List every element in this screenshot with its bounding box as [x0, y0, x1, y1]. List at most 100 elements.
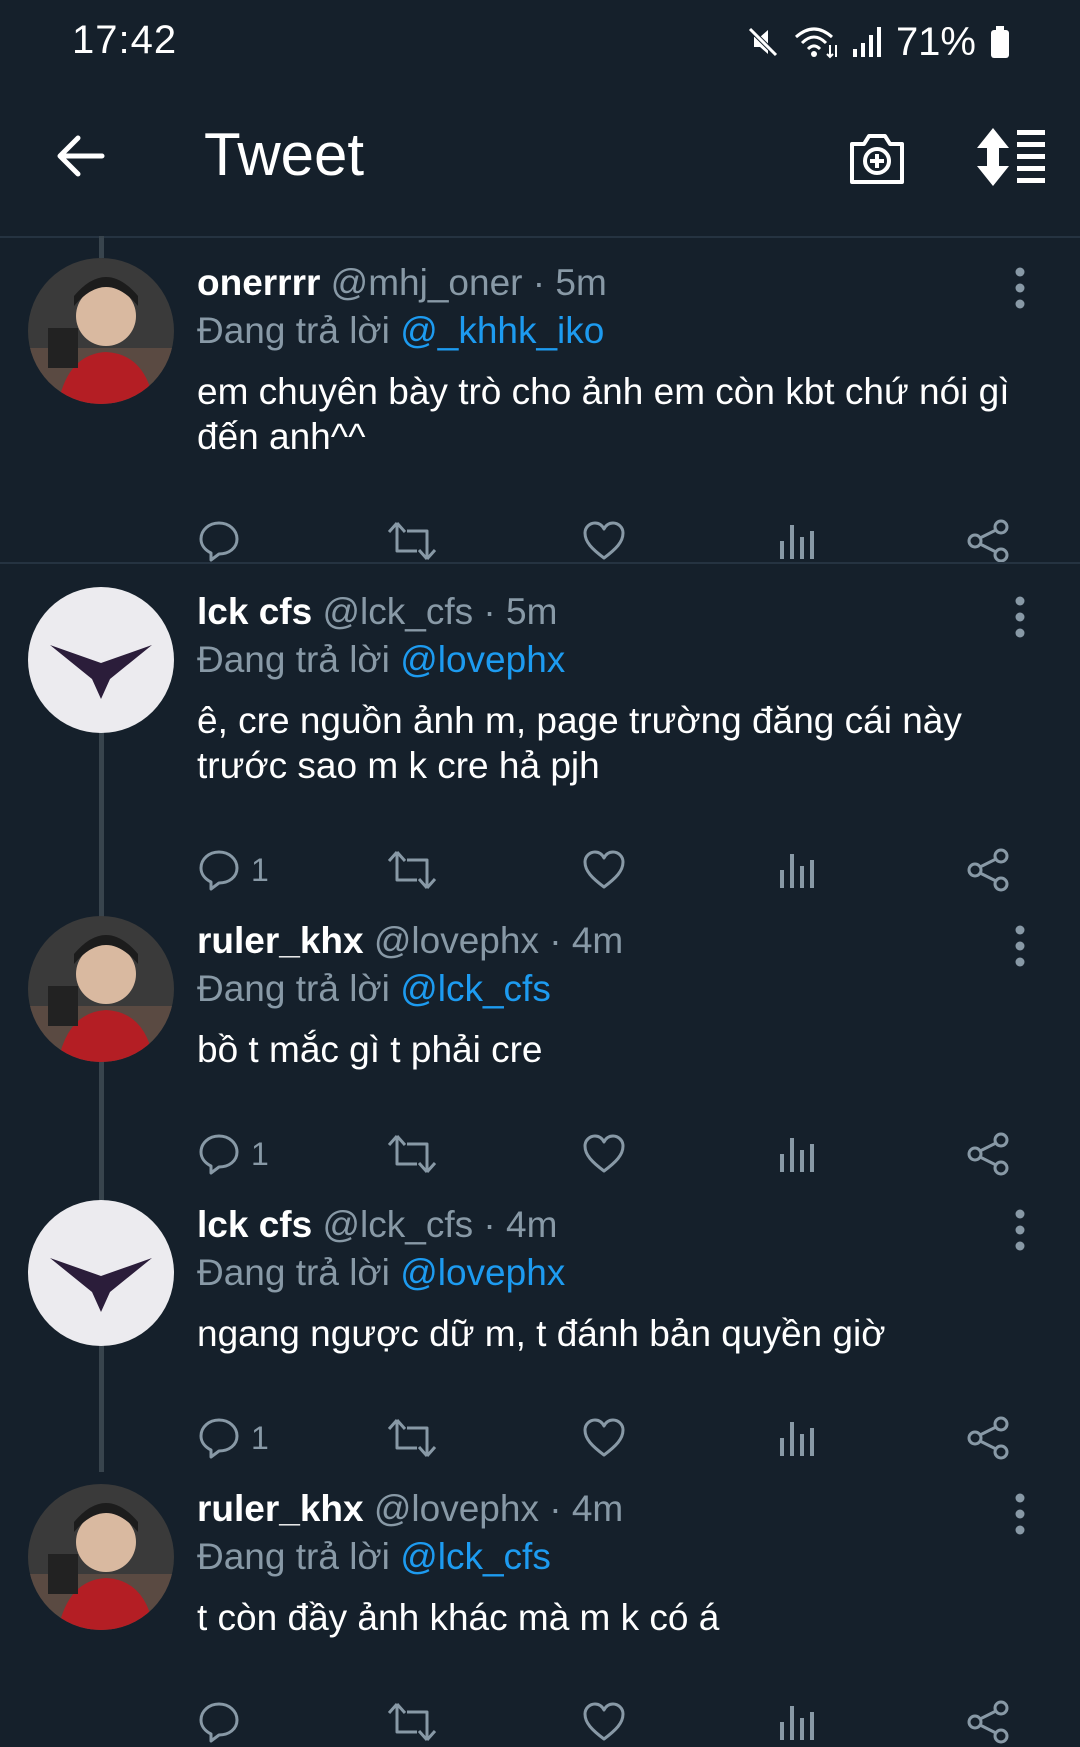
replying-to: Đang trả lời @lck_cfs	[197, 1536, 551, 1578]
reply-icon	[199, 1418, 239, 1459]
tweet-header: lck cfs @lck_cfs · 5m	[197, 591, 557, 633]
separator: ·	[483, 591, 496, 632]
replying-to: Đang trả lời @lovephx	[197, 639, 565, 681]
status-bar: 17:42 71%	[0, 0, 1080, 78]
reply-button[interactable]: 1	[197, 1129, 269, 1179]
retweet-icon	[387, 851, 437, 889]
views-icon	[780, 1138, 814, 1172]
tweet-actions: 1	[197, 845, 1027, 895]
retweet-button[interactable]	[387, 1697, 437, 1747]
tweet-text: bồ t mắc gì t phải cre	[197, 1029, 543, 1070]
reply-button[interactable]	[197, 516, 251, 566]
avatar[interactable]	[28, 587, 174, 733]
timestamp: 4m	[571, 920, 624, 961]
display-name[interactable]: lck cfs	[197, 1204, 312, 1245]
separator: ·	[549, 920, 562, 961]
reply-mention[interactable]: @_khhk_iko	[400, 310, 604, 351]
tweet-actions: 1	[197, 1129, 1027, 1179]
replying-to: Đang trả lời @_khhk_iko	[197, 310, 604, 352]
views-button[interactable]	[777, 516, 817, 566]
reply-mention[interactable]: @lck_cfs	[400, 1536, 551, 1577]
retweet-button[interactable]	[387, 1413, 437, 1463]
share-icon	[967, 519, 1009, 563]
share-icon	[967, 1416, 1009, 1460]
separator: ·	[532, 262, 546, 303]
avatar[interactable]	[28, 1484, 174, 1630]
reply-prefix: Đang trả lời	[197, 310, 390, 351]
share-button[interactable]	[967, 1697, 1011, 1747]
retweet-button[interactable]	[387, 845, 437, 895]
avatar[interactable]	[28, 916, 174, 1062]
display-name[interactable]: lck cfs	[197, 591, 312, 632]
views-button[interactable]	[777, 845, 817, 895]
retweet-button[interactable]	[387, 1129, 437, 1179]
more-vertical-icon[interactable]	[1005, 924, 1035, 968]
heart-icon	[583, 521, 625, 560]
like-button[interactable]	[582, 1413, 626, 1463]
avatar[interactable]	[28, 258, 174, 404]
camera-plus-icon[interactable]	[846, 126, 908, 188]
share-button[interactable]	[967, 1413, 1011, 1463]
user-handle[interactable]: @mhj_oner	[331, 262, 523, 303]
user-handle[interactable]: @lck_cfs	[322, 591, 473, 632]
reply-mention[interactable]: @lck_cfs	[400, 968, 551, 1009]
more-vertical-icon[interactable]	[1005, 1208, 1035, 1252]
thread-line	[99, 730, 104, 1472]
reply-prefix: Đang trả lời	[197, 1252, 390, 1293]
separator: ·	[549, 1488, 562, 1529]
tweet-header: lck cfs @lck_cfs · 4m	[197, 1204, 557, 1246]
share-button[interactable]	[967, 516, 1011, 566]
views-button[interactable]	[777, 1697, 817, 1747]
avatar[interactable]	[28, 1200, 174, 1346]
arrow-left-icon[interactable]	[52, 128, 108, 184]
user-handle[interactable]: @lck_cfs	[322, 1204, 473, 1245]
views-button[interactable]	[777, 1413, 817, 1463]
reply-button[interactable]: 1	[197, 1413, 269, 1463]
status-icons: 71%	[746, 20, 1010, 64]
battery-percent: 71%	[895, 19, 976, 64]
tweet-header: ruler_khx @lovephx · 4m	[197, 1488, 623, 1530]
reply-mention[interactable]: @lovephx	[400, 639, 565, 680]
reply-prefix: Đang trả lời	[197, 968, 390, 1009]
retweet-icon	[387, 522, 437, 560]
sort-icon[interactable]	[975, 126, 1047, 188]
retweet-button[interactable]	[387, 516, 437, 566]
reply-mention[interactable]: @lovephx	[400, 1252, 565, 1293]
tweet-text: t còn đầy ảnh khác mà m k có á	[197, 1597, 720, 1638]
views-button[interactable]	[777, 1129, 817, 1179]
reply-icon	[199, 1134, 239, 1175]
heart-icon	[583, 1134, 625, 1173]
views-icon	[780, 854, 814, 888]
retweet-icon	[387, 1703, 437, 1741]
share-button[interactable]	[967, 845, 1011, 895]
mute-icon	[748, 27, 778, 57]
tweet-actions: 1	[197, 1413, 1027, 1463]
display-name[interactable]: onerrrr	[197, 262, 320, 303]
timestamp: 4m	[506, 1204, 558, 1245]
retweet-icon	[387, 1419, 437, 1457]
more-vertical-icon[interactable]	[1005, 266, 1035, 310]
reply-count: 1	[251, 1135, 269, 1172]
more-vertical-icon[interactable]	[1005, 595, 1035, 639]
timestamp: 5m	[555, 262, 607, 303]
top-app-bar: Tweet	[0, 78, 1080, 238]
battery-icon	[991, 26, 1009, 58]
tweet-text: ê, cre nguồn ảnh m, page trường đăng cái…	[197, 700, 962, 786]
like-button[interactable]	[582, 516, 626, 566]
timestamp: 5m	[506, 591, 558, 632]
like-button[interactable]	[582, 1129, 626, 1179]
display-name[interactable]: ruler_khx	[197, 920, 364, 961]
more-vertical-icon[interactable]	[1005, 1492, 1035, 1536]
reply-button[interactable]	[197, 1697, 251, 1747]
user-handle[interactable]: @lovephx	[374, 920, 539, 961]
reply-button[interactable]: 1	[197, 845, 269, 895]
display-name[interactable]: ruler_khx	[197, 1488, 364, 1529]
reply-icon	[199, 850, 239, 891]
replying-to: Đang trả lời @lovephx	[197, 1252, 565, 1294]
heart-icon	[583, 1418, 625, 1457]
like-button[interactable]	[582, 845, 626, 895]
share-button[interactable]	[967, 1129, 1011, 1179]
heart-icon	[583, 850, 625, 889]
user-handle[interactable]: @lovephx	[374, 1488, 539, 1529]
like-button[interactable]	[582, 1697, 626, 1747]
